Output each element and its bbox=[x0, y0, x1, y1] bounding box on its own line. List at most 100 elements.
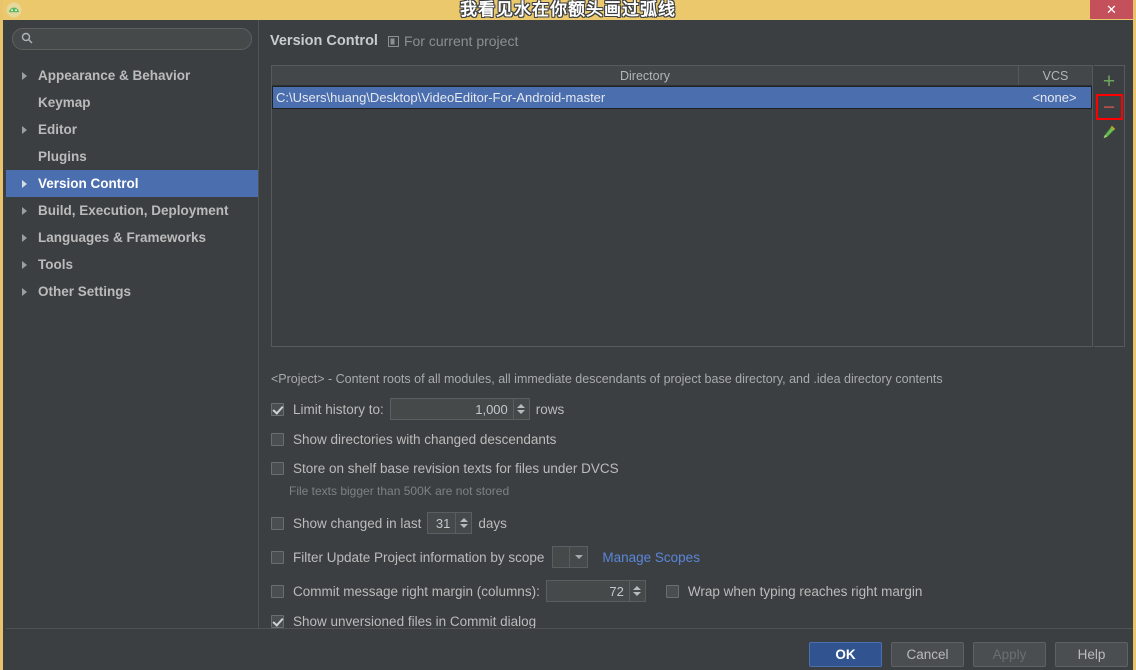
ok-button[interactable]: OK bbox=[809, 642, 882, 667]
sidebar-item-other-settings[interactable]: Other Settings bbox=[6, 278, 258, 305]
chevron-right-icon[interactable] bbox=[16, 287, 32, 296]
stepper-down-icon[interactable] bbox=[517, 410, 526, 414]
help-button[interactable]: Help bbox=[1055, 642, 1128, 667]
page-title: Version Control bbox=[270, 33, 378, 49]
store-on-shelf-note: File texts bigger than 500K are not stor… bbox=[289, 484, 510, 498]
chevron-right-icon[interactable] bbox=[16, 125, 32, 134]
sidebar-item-label: Version Control bbox=[38, 176, 139, 191]
limit-history-label: Limit history to: bbox=[293, 401, 384, 417]
show-changed-descendants-label: Show directories with changed descendant… bbox=[293, 432, 557, 447]
sidebar-item-tools[interactable]: Tools bbox=[6, 251, 258, 278]
project-scope-label: For current project bbox=[403, 33, 519, 49]
show-unversioned-checkbox[interactable] bbox=[271, 615, 284, 628]
chevron-right-icon[interactable] bbox=[16, 233, 32, 242]
add-mapping-button[interactable]: + bbox=[1096, 68, 1123, 94]
limit-history-stepper[interactable]: 1,000 bbox=[389, 398, 530, 420]
show-changed-in-last-checkbox[interactable] bbox=[271, 516, 284, 530]
sidebar-item-label: Other Settings bbox=[38, 284, 132, 299]
edit-mapping-button[interactable] bbox=[1096, 120, 1123, 146]
commit-margin-value[interactable]: 72 bbox=[547, 581, 629, 601]
option-show-changed-descendants[interactable]: Show directories with changed descendant… bbox=[271, 432, 556, 447]
days-stepper-arrows[interactable] bbox=[455, 513, 471, 533]
table-header-row: Directory VCS bbox=[272, 66, 1092, 86]
sidebar-item-label: Build, Execution, Deployment bbox=[38, 203, 229, 218]
stepper-down-icon[interactable] bbox=[633, 592, 642, 596]
show-unversioned-label: Show unversioned files in Commit dialog bbox=[293, 614, 537, 629]
sidebar-item-appearance-behavior[interactable]: Appearance & Behavior bbox=[6, 62, 258, 89]
show-changed-descendants-checkbox[interactable] bbox=[271, 433, 284, 446]
close-button[interactable]: ✕ bbox=[1090, 0, 1133, 19]
window-title: 我看见水在你额头画过弧线 bbox=[460, 0, 676, 19]
cell-directory: C:\Users\huang\Desktop\VideoEditor-For-A… bbox=[276, 90, 606, 105]
chevron-down-icon[interactable] bbox=[569, 547, 587, 567]
wrap-typing-checkbox[interactable] bbox=[665, 584, 679, 598]
sidebar-item-version-control[interactable]: Version Control bbox=[6, 170, 258, 197]
chevron-right-icon[interactable] bbox=[16, 260, 32, 269]
chevron-right-icon[interactable] bbox=[16, 179, 32, 188]
option-commit-margin: Commit message right margin (columns): 7… bbox=[271, 580, 922, 602]
table-body: C:\Users\huang\Desktop\VideoEditor-For-A… bbox=[272, 86, 1092, 109]
commit-margin-label: Commit message right margin (columns): bbox=[293, 583, 540, 599]
scope-select[interactable] bbox=[552, 546, 589, 568]
stepper-down-icon[interactable] bbox=[459, 524, 468, 528]
stepper-up-icon[interactable] bbox=[459, 518, 468, 522]
option-wrap-typing[interactable]: Wrap when typing reaches right margin bbox=[665, 583, 923, 599]
sidebar-item-label: Plugins bbox=[38, 149, 87, 164]
option-store-on-shelf[interactable]: Store on shelf base revision texts for f… bbox=[271, 461, 619, 476]
dialog-footer: OK Cancel Apply Help bbox=[6, 628, 1133, 670]
sidebar-item-plugins[interactable]: Plugins bbox=[6, 143, 258, 170]
plus-icon: + bbox=[1102, 69, 1116, 93]
android-studio-icon bbox=[6, 2, 22, 18]
limit-history-stepper-arrows[interactable] bbox=[512, 399, 529, 419]
manage-scopes-link[interactable]: Manage Scopes bbox=[602, 550, 700, 565]
option-filter-by-scope: Filter Update Project information by sco… bbox=[271, 546, 700, 568]
minus-icon: − bbox=[1102, 95, 1116, 119]
limit-history-suffix: rows bbox=[535, 401, 565, 417]
settings-content: Version Control For current project Dire… bbox=[260, 20, 1133, 629]
store-on-shelf-checkbox[interactable] bbox=[271, 462, 284, 475]
margin-stepper-arrows[interactable] bbox=[628, 581, 645, 601]
table-toolbar: + − bbox=[1094, 65, 1125, 347]
show-changed-days-stepper[interactable]: 31 bbox=[427, 512, 473, 534]
limit-history-value[interactable]: 1,000 bbox=[391, 399, 513, 419]
show-changed-days-value[interactable]: 31 bbox=[428, 513, 455, 533]
stepper-up-icon[interactable] bbox=[633, 586, 642, 590]
filter-by-scope-checkbox[interactable] bbox=[271, 550, 284, 564]
column-header-directory[interactable]: Directory bbox=[272, 66, 1019, 85]
filter-by-scope-label: Filter Update Project information by sco… bbox=[293, 549, 545, 565]
chevron-right-icon[interactable] bbox=[16, 71, 32, 80]
wrap-typing-label: Wrap when typing reaches right margin bbox=[687, 583, 923, 599]
stepper-up-icon[interactable] bbox=[517, 404, 526, 408]
sidebar-item-keymap[interactable]: Keymap bbox=[6, 89, 258, 116]
project-scope-icon bbox=[387, 35, 399, 47]
search-icon bbox=[21, 32, 33, 47]
sidebar-item-editor[interactable]: Editor bbox=[6, 116, 258, 143]
search-box[interactable] bbox=[12, 28, 252, 50]
title-bar: 我看见水在你额头画过弧线 ✕ bbox=[3, 0, 1133, 20]
sidebar-item-build-execution-deployment[interactable]: Build, Execution, Deployment bbox=[6, 197, 258, 224]
commit-margin-checkbox[interactable] bbox=[271, 584, 284, 598]
sidebar-item-label: Tools bbox=[38, 257, 73, 272]
sidebar-item-label: Appearance & Behavior bbox=[38, 68, 191, 83]
limit-history-checkbox[interactable] bbox=[271, 402, 284, 416]
option-show-unversioned[interactable]: Show unversioned files in Commit dialog bbox=[271, 614, 536, 629]
chevron-right-icon[interactable] bbox=[16, 206, 32, 215]
search-wrapper bbox=[6, 20, 258, 54]
project-hint-text: <Project> - Content roots of all modules… bbox=[271, 372, 943, 386]
sidebar-item-label: Editor bbox=[38, 122, 77, 137]
settings-sidebar: Appearance & Behavior Keymap Editor Plug… bbox=[6, 20, 259, 628]
cell-vcs: <none> bbox=[1032, 90, 1077, 105]
settings-tree: Appearance & Behavior Keymap Editor Plug… bbox=[6, 62, 258, 305]
show-changed-in-last-label: Show changed in last bbox=[293, 515, 422, 531]
search-input[interactable] bbox=[39, 32, 243, 46]
remove-mapping-button[interactable]: − bbox=[1095, 94, 1123, 120]
commit-margin-stepper[interactable]: 72 bbox=[545, 580, 646, 602]
column-header-vcs[interactable]: VCS bbox=[1019, 66, 1092, 85]
cancel-button[interactable]: Cancel bbox=[891, 642, 964, 667]
content-header: Version Control For current project bbox=[260, 20, 1133, 49]
table-row[interactable]: C:\Users\huang\Desktop\VideoEditor-For-A… bbox=[272, 86, 1092, 109]
edit-pencil-icon bbox=[1101, 124, 1117, 143]
sidebar-item-languages-frameworks[interactable]: Languages & Frameworks bbox=[6, 224, 258, 251]
store-on-shelf-label: Store on shelf base revision texts for f… bbox=[293, 461, 619, 476]
show-changed-days-suffix: days bbox=[478, 515, 507, 531]
